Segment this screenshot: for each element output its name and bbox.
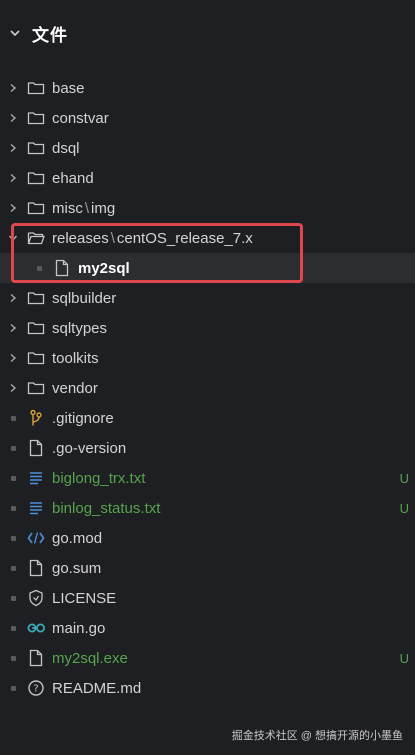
text-file-icon bbox=[26, 498, 46, 518]
file-bullet-icon bbox=[26, 265, 52, 271]
tree-item-label: README.md bbox=[52, 679, 142, 697]
chevron-right-icon[interactable] bbox=[0, 173, 26, 183]
tree-item-label: sqltypes bbox=[52, 319, 108, 337]
tree-item-ehand[interactable]: ehand bbox=[0, 163, 415, 193]
file-tree: base constvar dsql ehand misc \ img releas… bbox=[0, 73, 415, 703]
path-segment: releases bbox=[52, 229, 109, 247]
folder-icon bbox=[26, 378, 46, 398]
tree-item-go-mod[interactable]: go.mod bbox=[0, 523, 415, 553]
path-separator: \ bbox=[110, 229, 115, 247]
folder-icon bbox=[26, 108, 46, 128]
tree-item-label: main.go bbox=[52, 619, 106, 637]
tree-item-label: ehand bbox=[52, 169, 94, 187]
git-branch-icon bbox=[26, 408, 46, 428]
license-shield-icon bbox=[26, 588, 46, 608]
path-segment: centOS_release_7.x bbox=[116, 229, 253, 247]
file-bullet-icon bbox=[0, 655, 26, 661]
chevron-right-icon[interactable] bbox=[0, 143, 26, 153]
tree-item-dsql[interactable]: dsql bbox=[0, 133, 415, 163]
tree-item-label: misc \ img bbox=[52, 200, 115, 217]
tree-item-sqlbuilder[interactable]: sqlbuilder bbox=[0, 283, 415, 313]
tree-item-biglong-trx[interactable]: biglong_trx.txt U bbox=[0, 463, 415, 493]
tree-item-label: dsql bbox=[52, 139, 80, 157]
status-badge: U bbox=[399, 500, 409, 516]
tree-item-my2sql[interactable]: my2sql bbox=[0, 253, 415, 283]
text-file-icon bbox=[26, 468, 46, 488]
chevron-right-icon[interactable] bbox=[0, 383, 26, 393]
svg-text:?: ? bbox=[33, 684, 38, 695]
chevron-right-icon[interactable] bbox=[0, 293, 26, 303]
file-bullet-icon bbox=[0, 625, 26, 631]
folder-icon bbox=[26, 168, 46, 188]
tree-item-toolkits[interactable]: toolkits bbox=[0, 343, 415, 373]
folder-icon bbox=[26, 78, 46, 98]
file-icon bbox=[26, 438, 46, 458]
tree-item-label: my2sql bbox=[78, 259, 130, 277]
folder-icon bbox=[26, 138, 46, 158]
tree-item-label: toolkits bbox=[52, 349, 99, 367]
path-separator: \ bbox=[84, 199, 89, 217]
tree-item-label: constvar bbox=[52, 109, 109, 127]
tree-item-label: binlog_status.txt bbox=[52, 499, 161, 517]
tree-item-label: .gitignore bbox=[52, 409, 114, 427]
chevron-right-icon[interactable] bbox=[0, 323, 26, 333]
chevron-right-icon[interactable] bbox=[0, 353, 26, 363]
status-badge: U bbox=[399, 650, 409, 666]
folder-icon bbox=[26, 348, 46, 368]
tree-item-label: base bbox=[52, 79, 85, 97]
folder-icon bbox=[26, 198, 46, 218]
tree-item-label: .go-version bbox=[52, 439, 127, 457]
file-bullet-icon bbox=[0, 475, 26, 481]
tree-item-binlog-status[interactable]: binlog_status.txt U bbox=[0, 493, 415, 523]
tree-item-misc-img[interactable]: misc \ img bbox=[0, 193, 415, 223]
explorer-title: 文件 bbox=[32, 25, 68, 45]
tree-item-label: releases \ centOS_release_7.x bbox=[52, 230, 253, 247]
folder-open-icon bbox=[26, 228, 46, 248]
tree-item-base[interactable]: base bbox=[0, 73, 415, 103]
info-circle-icon: ? bbox=[26, 678, 46, 698]
chevron-right-icon[interactable] bbox=[0, 203, 26, 213]
code-icon bbox=[26, 528, 46, 548]
tree-item-releases[interactable]: releases \ centOS_release_7.x bbox=[0, 223, 415, 253]
file-icon bbox=[26, 558, 46, 578]
tree-item-label: biglong_trx.txt bbox=[52, 469, 146, 487]
tree-item-go-sum[interactable]: go.sum bbox=[0, 553, 415, 583]
tree-item-gitignore[interactable]: .gitignore bbox=[0, 403, 415, 433]
tree-item-label: vendor bbox=[52, 379, 98, 397]
go-icon bbox=[26, 618, 46, 638]
path-segment: img bbox=[91, 199, 116, 217]
tree-item-sqltypes[interactable]: sqltypes bbox=[0, 313, 415, 343]
file-bullet-icon bbox=[0, 445, 26, 451]
file-bullet-icon bbox=[0, 535, 26, 541]
tree-item-license[interactable]: LICENSE bbox=[0, 583, 415, 613]
file-bullet-icon bbox=[0, 685, 26, 691]
file-bullet-icon bbox=[0, 595, 26, 601]
tree-item-readme[interactable]: ? README.md bbox=[0, 673, 415, 703]
chevron-right-icon[interactable] bbox=[0, 113, 26, 123]
tree-item-main-go[interactable]: main.go bbox=[0, 613, 415, 643]
chevron-right-icon[interactable] bbox=[0, 83, 26, 93]
watermark: 掘金技术社区 @ 想搞开源的小墨鱼 bbox=[231, 730, 403, 742]
file-bullet-icon bbox=[0, 505, 26, 511]
tree-item-label: LICENSE bbox=[52, 589, 117, 607]
tree-item-my2sql-exe[interactable]: my2sql.exe U bbox=[0, 643, 415, 673]
tree-item-vendor[interactable]: vendor bbox=[0, 373, 415, 403]
chevron-down-icon[interactable] bbox=[8, 26, 22, 40]
tree-item-label: my2sql.exe bbox=[52, 649, 128, 667]
folder-icon bbox=[26, 288, 46, 308]
tree-item-go-version[interactable]: .go-version bbox=[0, 433, 415, 463]
file-icon bbox=[52, 258, 72, 278]
file-icon bbox=[26, 648, 46, 668]
status-badge: U bbox=[399, 470, 409, 486]
explorer-header[interactable]: 文件 bbox=[0, 16, 415, 50]
chevron-down-icon[interactable] bbox=[0, 233, 26, 243]
tree-item-constvar[interactable]: constvar bbox=[0, 103, 415, 133]
path-segment: misc bbox=[52, 199, 83, 217]
folder-icon bbox=[26, 318, 46, 338]
tree-item-label: go.mod bbox=[52, 529, 103, 547]
tree-item-label: sqlbuilder bbox=[52, 289, 117, 307]
tree-item-label: go.sum bbox=[52, 559, 102, 577]
file-bullet-icon bbox=[0, 415, 26, 421]
file-bullet-icon bbox=[0, 565, 26, 571]
